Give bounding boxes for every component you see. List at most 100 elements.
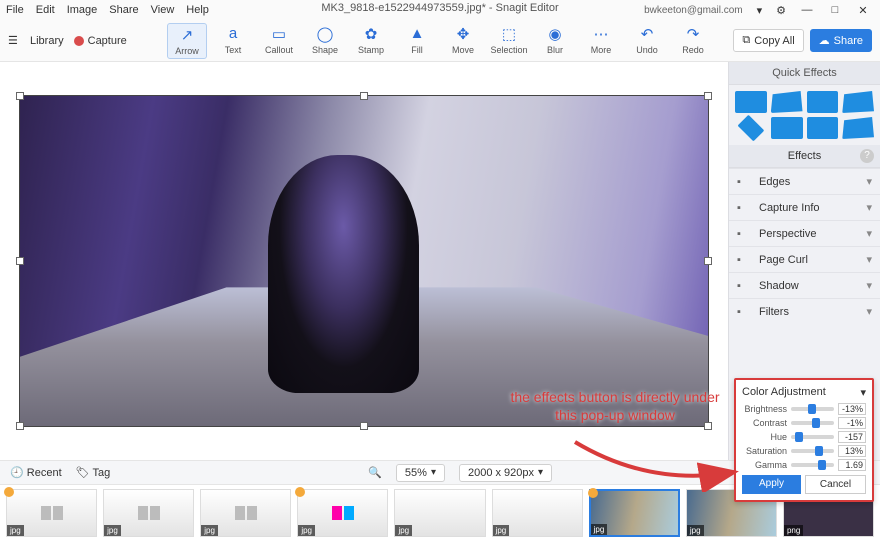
menu-view[interactable]: View [151, 4, 175, 16]
tool-callout[interactable]: ▭Callout [259, 23, 299, 59]
undo-icon: ↶ [641, 25, 654, 43]
quick-effects-header[interactable]: Quick Effects [729, 62, 880, 85]
chevron-down-icon: ▾ [866, 305, 872, 318]
account-dropdown-icon[interactable]: ▾ [757, 4, 763, 17]
help-icon[interactable]: ? [860, 149, 874, 163]
annotation-text: the effects button is directly under thi… [510, 388, 720, 424]
cancel-button[interactable]: Cancel [805, 475, 866, 494]
effect-shadow[interactable]: ▪Shadow▾ [729, 272, 880, 298]
quick-effects-grid [729, 85, 880, 145]
dimensions-dropdown[interactable]: 2000 x 920px ▾ [459, 464, 552, 482]
color-adjustment-popup: Color Adjustment▾ Brightness-13%Contrast… [734, 378, 874, 502]
menu-help[interactable]: Help [186, 4, 209, 16]
effect-perspective[interactable]: ▪Perspective▾ [729, 220, 880, 246]
zoom-out-button[interactable]: 🔍 [368, 466, 382, 479]
cloud-icon: ☁ [819, 34, 830, 47]
thumbnail[interactable]: jpg [394, 489, 485, 537]
effect-icon: ▪ [737, 202, 753, 214]
close-button[interactable]: ✕ [856, 4, 870, 17]
quick-effect-swatch[interactable] [807, 117, 839, 139]
thumbnail[interactable]: jpg [103, 489, 194, 537]
contrast-value[interactable]: -1% [838, 417, 866, 429]
record-icon [74, 36, 84, 46]
thumbnail[interactable]: jpg [589, 489, 680, 537]
chevron-down-icon: ▾ [866, 227, 872, 240]
quick-effect-swatch[interactable] [738, 115, 765, 142]
quick-effect-swatch[interactable] [735, 91, 767, 113]
gamma-value[interactable]: 1.69 [838, 459, 866, 471]
effect-icon: ▪ [737, 254, 753, 266]
effect-capture-info[interactable]: ▪Capture Info▾ [729, 194, 880, 220]
apply-button[interactable]: Apply [742, 475, 801, 494]
chevron-down-icon: ▾ [866, 279, 872, 292]
resize-handle[interactable] [16, 92, 24, 100]
tool-fill[interactable]: ▲Fill [397, 23, 437, 59]
effect-filters[interactable]: ▪Filters▾ [729, 298, 880, 324]
effects-header[interactable]: Effects? [729, 145, 880, 168]
saturation-value[interactable]: 13% [838, 445, 866, 457]
resize-handle[interactable] [704, 92, 712, 100]
menu-share[interactable]: Share [109, 4, 138, 16]
chevron-down-icon: ▾ [866, 201, 872, 214]
resize-handle[interactable] [704, 257, 712, 265]
saturation-slider[interactable] [791, 449, 834, 453]
resize-handle[interactable] [360, 92, 368, 100]
tool-strip: ↗ArrowaText▭Callout◯Shape✿Stamp▲Fill✥Mov… [167, 23, 713, 59]
thumbnail[interactable]: jpg [492, 489, 583, 537]
effect-page-curl[interactable]: ▪Page Curl▾ [729, 246, 880, 272]
tool-move[interactable]: ✥Move [443, 23, 483, 59]
gamma-slider[interactable] [791, 463, 834, 467]
fill-icon: ▲ [410, 25, 425, 43]
resize-handle[interactable] [16, 422, 24, 430]
tool-more[interactable]: ⋯More [581, 23, 621, 59]
resize-handle[interactable] [16, 257, 24, 265]
slider-label: Gamma [742, 460, 787, 470]
account-email[interactable]: bwkeeton@gmail.com [644, 5, 743, 16]
quick-effect-swatch[interactable] [771, 117, 803, 139]
effect-icon: ▪ [737, 228, 753, 240]
menu-image[interactable]: Image [67, 4, 98, 16]
zoom-dropdown[interactable]: 55% ▾ [396, 464, 445, 482]
resize-handle[interactable] [360, 422, 368, 430]
quick-effect-swatch[interactable] [771, 91, 803, 113]
quick-effect-swatch[interactable] [807, 91, 839, 113]
tool-stamp[interactable]: ✿Stamp [351, 23, 391, 59]
menu-file[interactable]: File [6, 4, 24, 16]
brightness-value[interactable]: -13% [838, 403, 866, 415]
thumbnail[interactable]: jpg [297, 489, 388, 537]
tool-redo[interactable]: ↷Redo [673, 23, 713, 59]
capture-tab[interactable]: Capture [74, 35, 127, 47]
hue-value[interactable]: -157 [838, 431, 866, 443]
chevron-down-icon[interactable]: ▾ [860, 386, 866, 399]
tool-selection[interactable]: ⬚Selection [489, 23, 529, 59]
tool-text[interactable]: aText [213, 23, 253, 59]
minimize-button[interactable]: — [800, 4, 814, 16]
redo-icon: ↷ [687, 25, 700, 43]
quick-effect-swatch[interactable] [842, 117, 874, 139]
slider-label: Saturation [742, 446, 787, 456]
tool-shape[interactable]: ◯Shape [305, 23, 345, 59]
recent-tab[interactable]: 🕘 Recent [10, 466, 62, 479]
effect-edges[interactable]: ▪Edges▾ [729, 168, 880, 194]
library-tab[interactable]: Library [30, 35, 64, 47]
maximize-button[interactable]: □ [828, 4, 842, 16]
tool-arrow[interactable]: ↗Arrow [167, 23, 207, 59]
quick-effect-swatch[interactable] [842, 91, 874, 113]
hamburger-icon[interactable]: ☰ [8, 34, 20, 47]
image-content[interactable] [19, 95, 709, 427]
blur-icon: ◉ [548, 25, 561, 43]
brightness-slider[interactable] [791, 407, 834, 411]
chevron-down-icon: ▾ [866, 253, 872, 266]
tag-tab[interactable]: 🏷 Tag [76, 466, 111, 479]
contrast-slider[interactable] [791, 421, 834, 425]
tool-undo[interactable]: ↶Undo [627, 23, 667, 59]
thumbnail[interactable]: jpg [200, 489, 291, 537]
thumbnail[interactable]: jpg [6, 489, 97, 537]
copy-all-button[interactable]: ⧉Copy All [733, 29, 803, 52]
tool-blur[interactable]: ◉Blur [535, 23, 575, 59]
selection-icon: ⬚ [502, 25, 516, 43]
menu-edit[interactable]: Edit [36, 4, 55, 16]
hue-slider[interactable] [791, 435, 834, 439]
gear-icon[interactable]: ⚙ [776, 4, 786, 17]
share-button[interactable]: ☁Share [810, 29, 872, 52]
